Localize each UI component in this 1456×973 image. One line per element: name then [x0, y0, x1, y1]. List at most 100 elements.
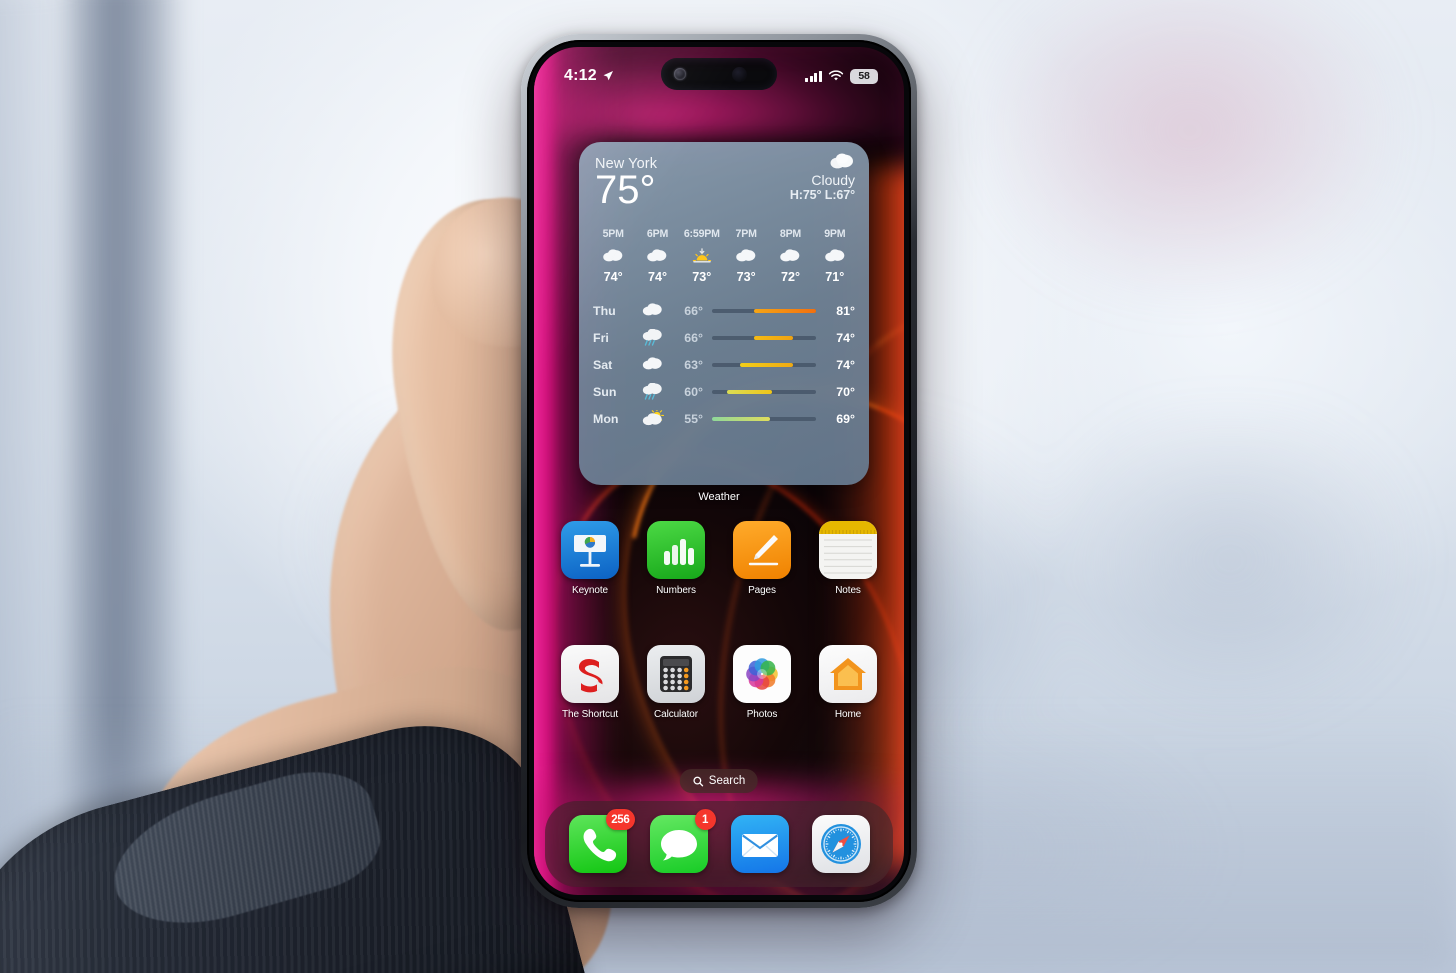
rain-icon: [635, 383, 669, 400]
battery-indicator: 58: [850, 68, 878, 84]
temperature-range-bar: [712, 389, 816, 394]
sunset-icon: [680, 244, 724, 268]
daily-forecast-row: Mon 55° 69°: [593, 405, 855, 432]
hourly-time: 7PM: [735, 228, 757, 241]
hourly-time: 5PM: [602, 228, 624, 241]
daily-low-temp: 63°: [684, 357, 703, 372]
status-bar-left: 4:12: [564, 67, 614, 85]
weather-daily-forecast: Thu 66° 81° Fri 66° 74° Sat 63° 74° Sun 60° 70° Mon 5…: [579, 284, 869, 432]
temperature-range-bar: [712, 308, 816, 313]
temperature-range-fill: [712, 416, 771, 421]
temperature-range-fill: [726, 389, 773, 394]
app-label: Numbers: [656, 585, 696, 596]
app-label: Pages: [748, 585, 776, 596]
cloud-icon: [635, 244, 679, 268]
app-label: Home: [834, 709, 862, 720]
widget-label: Weather: [698, 491, 740, 503]
hourly-temp: 74°: [603, 270, 623, 285]
daily-forecast-row: Thu 66° 81°: [593, 297, 855, 324]
phone-screen[interactable]: 4:12 58 New York 75° Cloudy H:75° L:67° …: [534, 47, 904, 895]
app-label: Keynote: [572, 585, 608, 596]
temperature-range-bar: [712, 335, 816, 340]
app-label: Photos: [746, 709, 778, 720]
home-icon[interactable]: [819, 645, 877, 703]
cloud-icon: [591, 244, 635, 268]
mail-icon[interactable]: [730, 815, 789, 873]
search-label: Search: [708, 775, 746, 787]
app-icon-keynote[interactable]: Keynote: [554, 521, 626, 596]
daily-low-temp: 60°: [684, 384, 703, 399]
status-bar-right: 58: [805, 68, 878, 84]
temperature-range-bar: [712, 416, 816, 421]
hourly-time: 8PM: [779, 228, 802, 241]
app-icon-numbers[interactable]: Numbers: [640, 521, 712, 596]
temperature-range-fill: [753, 335, 794, 340]
numbers-icon[interactable]: [647, 521, 705, 579]
temperature-range-fill: [740, 362, 794, 367]
weather-header: New York 75° Cloudy H:75° L:67°: [579, 142, 869, 210]
daily-high-temp: 74°: [836, 330, 855, 345]
dynamic-island[interactable]: [661, 58, 777, 90]
temperature-range-fill: [753, 308, 816, 313]
hourly-time: 6:59PM: [683, 228, 720, 241]
weather-widget[interactable]: New York 75° Cloudy H:75° L:67° 5PM 74° …: [579, 142, 869, 485]
photo-scene: 4:12 58 New York 75° Cloudy H:75° L:67° …: [0, 0, 1456, 973]
safari-icon[interactable]: [811, 815, 870, 873]
app-label: Notes: [835, 585, 861, 596]
weather-condition: Cloudy: [811, 172, 855, 188]
app-icon-notes[interactable]: Notes: [812, 521, 884, 596]
daily-high-temp: 81°: [836, 303, 855, 318]
daily-forecast-row: Fri 66° 74°: [593, 324, 855, 351]
daily-high-temp: 70°: [836, 384, 855, 399]
keynote-icon[interactable]: [561, 521, 619, 579]
notes-icon[interactable]: [819, 521, 877, 579]
cellular-bars-icon: [805, 70, 822, 82]
front-camera-icon: [674, 68, 686, 80]
calculator-icon[interactable]: [647, 645, 705, 703]
photos-icon[interactable]: [733, 645, 791, 703]
shortcut-icon[interactable]: [561, 645, 619, 703]
weather-high-low: H:75° L:67°: [789, 188, 855, 203]
search-icon: [693, 776, 704, 786]
hourly-temp: 74°: [647, 270, 668, 285]
app-icon-home[interactable]: Home: [812, 645, 884, 720]
dock-app-mail[interactable]: [730, 815, 789, 873]
status-time: 4:12: [564, 67, 597, 84]
app-label: The Shortcut: [561, 709, 619, 720]
hourly-forecast-item: 7PM 73°: [724, 228, 768, 284]
app-icon-calculator[interactable]: Calculator: [640, 645, 712, 720]
dock-app-phone[interactable]: 256: [568, 809, 635, 873]
app-row-2: The Shortcut Calculator Photos Home: [554, 645, 884, 720]
app-label: Calculator: [653, 709, 699, 720]
daily-high-temp: 74°: [836, 357, 855, 372]
hourly-time: 6PM: [646, 228, 669, 241]
app-row-1: Keynote Numbers Pages Notes: [554, 521, 884, 596]
dock-app-safari[interactable]: [811, 815, 870, 873]
screen-glow-left-core: [534, 47, 558, 895]
temperature-range-bar: [712, 362, 816, 367]
daily-low-temp: 66°: [684, 303, 703, 318]
search-button[interactable]: Search: [679, 769, 759, 793]
notification-badge: 256: [606, 809, 635, 830]
hourly-forecast-item: 8PM 72°: [768, 228, 812, 284]
weather-condition-block: Cloudy H:75° L:67°: [790, 152, 855, 202]
pages-icon[interactable]: [733, 521, 791, 579]
app-icon-photos[interactable]: Photos: [726, 645, 798, 720]
dock-app-messages[interactable]: 1: [649, 809, 716, 873]
dock: 256 1: [545, 801, 893, 887]
hourly-temp: 73°: [692, 270, 712, 285]
daily-day-name: Mon: [593, 411, 619, 426]
daily-day-name: Sat: [593, 357, 613, 372]
rain-icon: [635, 329, 669, 346]
location-arrow-icon: [603, 71, 613, 81]
app-icon-pages[interactable]: Pages: [726, 521, 798, 596]
daily-low-temp: 66°: [684, 330, 703, 345]
wifi-icon: [828, 70, 844, 81]
cloud-icon: [790, 152, 855, 169]
hourly-forecast-item: 6:59PM 73°: [680, 228, 724, 284]
daily-forecast-row: Sat 63° 74°: [593, 351, 855, 378]
partly-sunny-icon: [635, 410, 669, 427]
hourly-temp: 71°: [825, 270, 845, 285]
app-icon-the-shortcut[interactable]: The Shortcut: [554, 645, 626, 720]
hourly-forecast-item: 9PM 71°: [813, 228, 857, 284]
